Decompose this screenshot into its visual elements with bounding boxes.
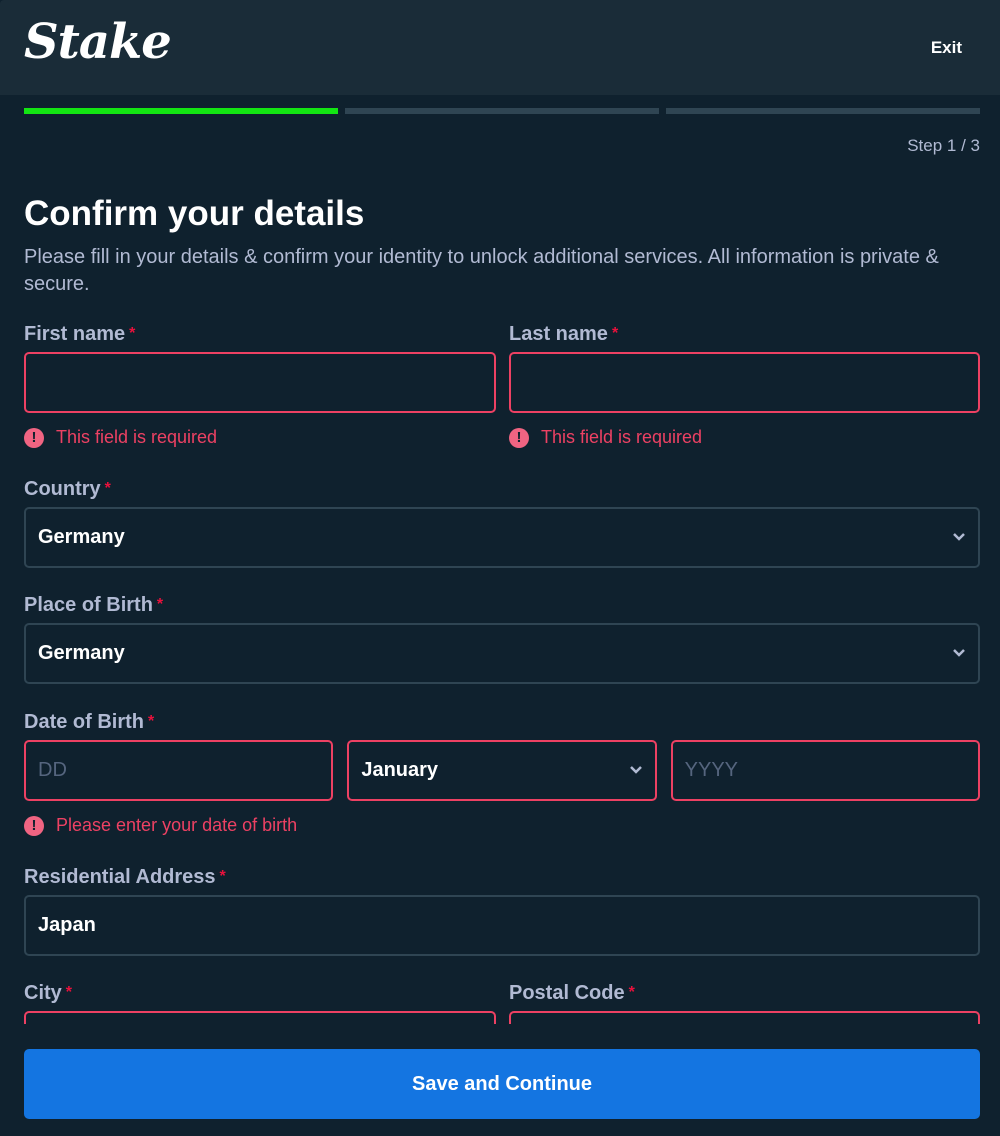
residential-address-value: Japan bbox=[38, 914, 96, 936]
country-label-text: Country bbox=[24, 478, 101, 500]
save-and-continue-button[interactable]: Save and Continue bbox=[24, 1049, 980, 1119]
first-name-error-text: This field is required bbox=[56, 427, 218, 447]
exit-button[interactable]: Exit bbox=[931, 38, 962, 58]
country-label: Country * bbox=[24, 477, 980, 507]
place-of-birth-label-text: Place of Birth bbox=[24, 594, 153, 616]
stake-logo[interactable]: Stake bbox=[24, 14, 172, 70]
date-of-birth-label: Date of Birth * bbox=[24, 710, 980, 740]
progress-segment-3 bbox=[666, 108, 980, 114]
last-name-input[interactable] bbox=[509, 352, 980, 413]
chevron-down-icon bbox=[629, 765, 642, 774]
residential-address-field: Residential Address * Japan bbox=[24, 865, 980, 956]
step-indicator: Step 1 / 3 bbox=[907, 136, 980, 155]
dob-month-value: January bbox=[361, 759, 439, 781]
date-of-birth-error: ! Please enter your date of birth bbox=[24, 815, 980, 836]
first-name-field: First name * ! This field is required bbox=[24, 322, 496, 448]
required-marker: * bbox=[148, 713, 155, 730]
place-of-birth-value: Germany bbox=[38, 642, 125, 664]
place-of-birth-field: Place of Birth * Germany bbox=[24, 593, 980, 684]
dob-day-input[interactable]: DD bbox=[24, 740, 334, 801]
last-name-error: ! This field is required bbox=[509, 427, 980, 448]
error-icon: ! bbox=[24, 427, 44, 448]
required-marker: * bbox=[65, 984, 73, 1001]
city-input[interactable] bbox=[24, 1011, 496, 1024]
first-name-input[interactable] bbox=[24, 352, 496, 413]
country-field: Country * Germany bbox=[24, 477, 980, 568]
dob-day-placeholder: DD bbox=[38, 759, 67, 781]
last-name-label-text: Last name bbox=[509, 323, 608, 345]
required-marker: * bbox=[104, 480, 111, 497]
required-marker: * bbox=[219, 868, 226, 885]
error-icon: ! bbox=[509, 427, 529, 448]
postal-code-label-text: Postal Code bbox=[509, 982, 625, 1004]
chevron-down-icon bbox=[953, 648, 965, 657]
residential-address-label: Residential Address * bbox=[24, 865, 980, 895]
required-marker: * bbox=[628, 984, 635, 1001]
last-name-label: Last name * bbox=[509, 322, 980, 352]
country-select[interactable]: Germany bbox=[24, 507, 980, 568]
place-of-birth-label: Place of Birth * bbox=[24, 593, 980, 623]
error-icon: ! bbox=[24, 815, 44, 836]
date-of-birth-label-text: Date of Birth bbox=[24, 711, 144, 733]
step-progress-bar bbox=[24, 108, 980, 114]
last-name-field: Last name * ! This field is required bbox=[509, 322, 980, 448]
date-of-birth-field: Date of Birth * DD January YYYY ! Please … bbox=[24, 710, 980, 836]
footer: Save and Continue bbox=[0, 1024, 1000, 1136]
dob-year-input[interactable]: YYYY bbox=[670, 740, 980, 801]
first-name-label: First name * bbox=[24, 322, 496, 352]
first-name-label-text: First name bbox=[24, 323, 126, 345]
city-field: City * bbox=[24, 981, 496, 1024]
postal-code-label: Postal Code * bbox=[509, 981, 980, 1011]
place-of-birth-select[interactable]: Germany bbox=[24, 623, 980, 684]
city-label: City * bbox=[24, 981, 496, 1011]
required-marker: * bbox=[611, 325, 619, 342]
dob-month-select[interactable]: January bbox=[347, 740, 657, 801]
date-of-birth-error-text: Please enter your date of birth bbox=[56, 815, 298, 835]
city-label-text: City bbox=[24, 982, 62, 1004]
postal-code-field: Postal Code * bbox=[509, 981, 980, 1024]
residential-address-label-text: Residential Address bbox=[24, 866, 216, 888]
required-marker: * bbox=[156, 596, 164, 613]
top-bar: Stake Exit bbox=[0, 0, 1000, 95]
dob-year-placeholder: YYYY bbox=[684, 759, 739, 781]
page-subtitle: Please fill in your details & confirm yo… bbox=[24, 246, 939, 295]
required-marker: * bbox=[129, 325, 136, 342]
chevron-down-icon bbox=[953, 532, 965, 541]
postal-code-input[interactable] bbox=[509, 1011, 980, 1024]
country-value: Germany bbox=[38, 526, 125, 548]
page-title: Confirm your details bbox=[24, 194, 365, 233]
progress-segment-1 bbox=[24, 108, 338, 114]
residential-address-input[interactable]: Japan bbox=[24, 895, 980, 956]
progress-segment-2 bbox=[345, 108, 659, 114]
first-name-error: ! This field is required bbox=[24, 427, 496, 448]
last-name-error-text: This field is required bbox=[541, 427, 703, 447]
